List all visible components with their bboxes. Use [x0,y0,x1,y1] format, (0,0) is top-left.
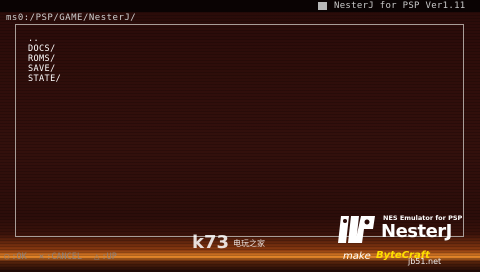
file-browser-panel [15,24,464,237]
watermark-name: k73 [192,232,230,253]
up-hint-label: :UP [101,252,117,262]
control-hints: ○ :OK ✕ :CANCEL △ :UP [4,252,117,262]
folder-item-docs[interactable]: DOCS/ [28,44,61,54]
parent-directory-item[interactable]: .. [28,34,61,44]
current-path: ms0:/PSP/GAME/NesterJ/ [6,13,137,23]
title-bar: NesterJ for PSP Ver1.11 [0,0,480,12]
folder-item-save[interactable]: SAVE/ [28,64,61,74]
cancel-hint-label: :CANCEL [46,252,83,262]
triangle-button-icon: △ [94,252,100,262]
watermark-badge: jb51.net [408,257,442,266]
nesterj-logo-icon [338,216,375,243]
file-list: .. DOCS/ ROMS/ SAVE/ STATE/ [28,34,61,84]
cross-button-icon: ✕ [38,252,45,262]
make-label: make [343,251,371,262]
app-title: NesterJ for PSP Ver1.11 [334,1,466,11]
up-hint: △ :UP [94,252,117,262]
logo-name: NesterJ [381,221,452,242]
folder-item-roms[interactable]: ROMS/ [28,54,61,64]
watermark: k73 电玩之家 [192,232,265,253]
watermark-sub: 电玩之家 [233,239,266,248]
window-square-icon [318,2,327,10]
ok-hint: ○ :OK [4,252,27,262]
circle-button-icon: ○ [4,252,10,262]
folder-item-state[interactable]: STATE/ [28,74,61,84]
cancel-hint: ✕ :CANCEL [39,252,82,262]
ok-hint-label: :OK [11,252,27,262]
